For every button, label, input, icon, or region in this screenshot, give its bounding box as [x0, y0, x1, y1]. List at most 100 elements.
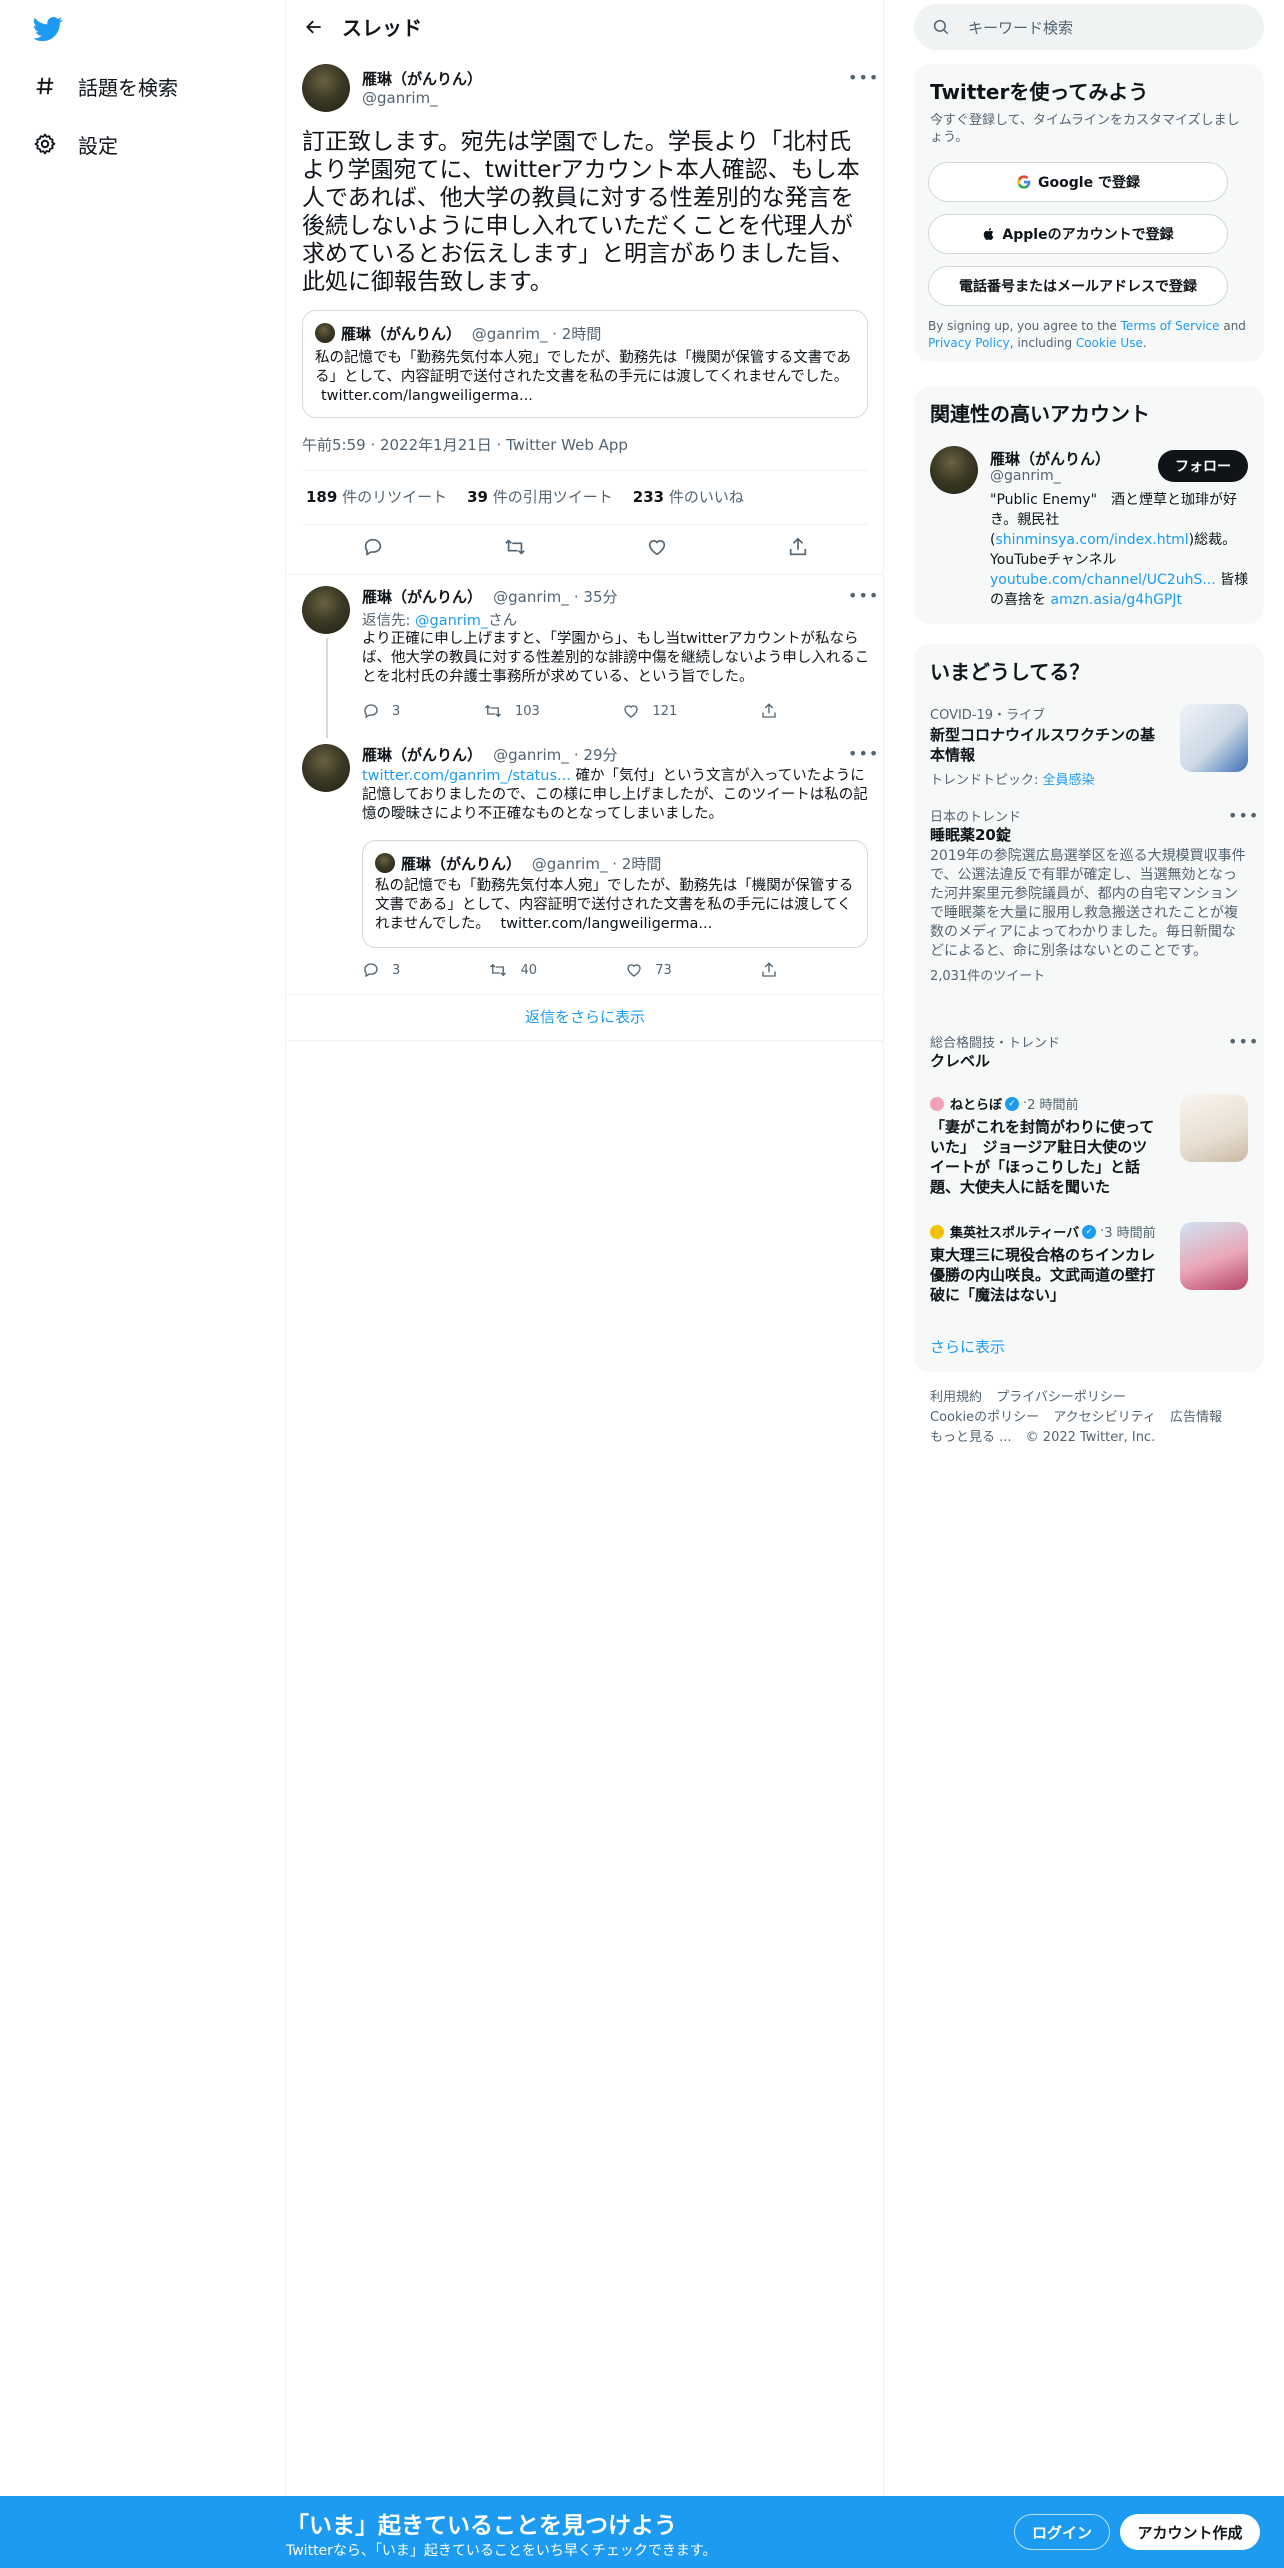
trends-title: いまどうしてる？ [930, 660, 1090, 684]
bio-link[interactable]: shinminsya.com/index.html [995, 532, 1188, 548]
author-name[interactable]: 雁琳（がんりん） [362, 68, 482, 89]
nav-explore-label: 話題を検索 [78, 75, 178, 100]
retweet-icon[interactable] [503, 536, 527, 562]
privacy-link[interactable]: Privacy Policy [928, 336, 1010, 350]
quote-stat[interactable]: 39 件の引用ツイート [467, 486, 613, 507]
share-icon[interactable] [787, 536, 809, 562]
trend-meta: 総合格闘技・トレンド [930, 1036, 1061, 1051]
tweet-actions [302, 534, 868, 564]
follow-button[interactable]: フォロー [1158, 450, 1248, 482]
footer-link[interactable]: 広告情報 [1170, 1410, 1222, 1425]
bottom-subtitle: Twitterなら、「いま」起きていることをいち早くチェックできます。 [286, 2543, 717, 2559]
status-link[interactable]: twitter.com/ganrim_/status... [362, 768, 571, 784]
related-handle[interactable]: @ganrim_ [990, 468, 1061, 484]
reply-button[interactable]: 3 [362, 961, 400, 979]
nav-explore[interactable]: 話題を検索 [32, 66, 178, 106]
trend-item[interactable]: 総合格闘技・トレンド クレベル ••• [930, 1032, 1258, 1071]
like-stat[interactable]: 233 件のいいね [633, 486, 744, 507]
signup-terms: By signing up, you agree to the Terms of… [928, 319, 1246, 350]
footer-link[interactable]: アクセシビリティ [1053, 1410, 1156, 1425]
retweet-button[interactable]: 103 [483, 702, 540, 720]
retweet-button[interactable]: 40 [488, 961, 537, 979]
footer-more-link[interactable]: もっと見る ... [930, 1430, 1012, 1445]
news-headline: 東大理三に現役合格のちインカレ優勝の内山咲良。文武両道の壁打破に「魔法はない」 [930, 1246, 1156, 1304]
search-input[interactable]: キーワード検索 [914, 4, 1264, 50]
related-title: 関連性の高いアカウント [930, 402, 1150, 426]
quote-author-name: 雁琳（がんりん） [401, 855, 522, 873]
reply-to-label: 返信先: [362, 613, 415, 629]
source-logo-icon [930, 1224, 944, 1239]
more-icon[interactable]: ••• [1228, 1032, 1259, 1051]
show-more-trends-link[interactable]: さらに表示 [930, 1336, 1005, 1357]
news-thumbnail [1180, 1094, 1248, 1162]
news-item[interactable]: 集英社スポルティーバ ✓ · 3 時間前 東大理三に現役合格のちインカレ優勝の内… [930, 1222, 1248, 1322]
more-icon[interactable]: ••• [848, 68, 879, 87]
apple-signup-button[interactable]: Appleのアカウントで登録 [928, 214, 1228, 254]
reply-avatar[interactable] [302, 744, 350, 792]
like-button[interactable]: 121 [622, 702, 677, 720]
trend-topic-link[interactable]: 全員感染 [1043, 773, 1095, 788]
back-arrow-icon[interactable] [286, 17, 342, 37]
google-signup-button[interactable]: Google で登録 [928, 162, 1228, 202]
bio-link[interactable]: amzn.asia/g4hGPJt [1050, 592, 1182, 608]
nav-settings[interactable]: 設定 [32, 124, 118, 164]
quoted-tweet[interactable]: 雁琳（がんりん） @ganrim_ · 2時間 私の記憶でも「勤務先気付本人宛」… [362, 840, 868, 948]
twitter-logo-icon[interactable] [32, 14, 64, 44]
quote-link[interactable]: twitter.com/langweiligerma... [500, 916, 712, 932]
reply-avatar[interactable] [302, 586, 350, 634]
quote-avatar [375, 853, 395, 873]
news-source: ねとらぼ [950, 1098, 1003, 1113]
trend-item[interactable]: 日本のトレンド 睡眠薬20錠 2019年の参院選広島選挙区を巡る大規模買収事件で… [930, 806, 1258, 984]
nav-settings-label: 設定 [78, 133, 118, 158]
login-button[interactable]: ログイン [1014, 2514, 1110, 2550]
show-more-replies-link[interactable]: 返信をさらに表示 [286, 1006, 884, 1027]
quote-text: 私の記憶でも「勤務先気付本人宛」でしたが、勤務先は「機関が保管する文書である」と… [315, 350, 852, 385]
terms-link[interactable]: Terms of Service [1121, 319, 1220, 333]
avatar[interactable] [930, 446, 978, 494]
news-time: 2 時間前 [1027, 1098, 1079, 1113]
like-button[interactable]: 73 [625, 961, 672, 979]
signup-button[interactable]: アカウント作成 [1120, 2514, 1260, 2550]
author-handle[interactable]: @ganrim_ [362, 89, 438, 107]
like-icon[interactable] [646, 536, 668, 562]
footer-link[interactable]: 利用規約 [930, 1390, 982, 1405]
footer-link[interactable]: プライバシーポリシー [996, 1390, 1126, 1405]
more-icon[interactable]: ••• [1228, 806, 1259, 825]
trend-name: クレベル [930, 1052, 991, 1070]
tweet-timestamp[interactable]: 午前5:59 · 2022年1月21日 · Twitter Web App [302, 434, 628, 455]
cookie-link[interactable]: Cookie Use [1076, 336, 1143, 350]
google-signup-label: Google で登録 [1038, 175, 1140, 191]
gear-icon [32, 131, 58, 157]
news-item[interactable]: ねとらぼ ✓ · 2 時間前 「妻がこれを封筒がわりに使っていた」 ジョージア駐… [930, 1094, 1248, 1204]
related-bio: "Public Enemy" 酒と煙草と珈琲が好き。親民社(shinminsya… [990, 492, 1249, 608]
quote-link[interactable]: twitter.com/langweiligerma... [321, 388, 533, 404]
reply-author-name[interactable]: 雁琳（がんりん） [362, 588, 482, 606]
signup-title: Twitterを使ってみよう [930, 80, 1149, 104]
reply-time[interactable]: 29分 [583, 746, 617, 764]
reply-button[interactable]: 3 [362, 702, 400, 720]
share-icon[interactable] [760, 961, 790, 979]
more-icon[interactable]: ••• [848, 744, 879, 763]
related-name[interactable]: 雁琳（がんりん） [990, 448, 1110, 469]
bottom-title: 「いま」起きていることを見つけよう [286, 2513, 677, 2539]
search-placeholder: キーワード検索 [968, 18, 1074, 37]
bio-link[interactable]: youtube.com/channel/UC2uhS... [990, 572, 1216, 588]
quote-author-handle: @ganrim_ [471, 325, 548, 343]
retweet-stat[interactable]: 189 件のリツイート [306, 486, 447, 507]
avatar[interactable] [302, 64, 350, 112]
reply-author-handle[interactable]: @ganrim_ [493, 588, 569, 606]
footer: 利用規約 プライバシーポリシー Cookieのポリシー アクセシビリティ 広告情… [930, 1388, 1250, 1448]
phone-email-signup-button[interactable]: 電話番号またはメールアドレスで登録 [928, 266, 1228, 306]
reply-author-name[interactable]: 雁琳（がんりん） [362, 746, 482, 764]
quoted-tweet[interactable]: 雁琳（がんりん） @ganrim_ · 2時間 私の記憶でも「勤務先気付本人宛」… [302, 310, 868, 418]
reply-time[interactable]: 35分 [583, 588, 617, 606]
reply-icon[interactable] [362, 536, 384, 562]
reply-to-handle[interactable]: @ganrim_ [415, 613, 488, 629]
footer-link[interactable]: Cookieのポリシー [930, 1410, 1039, 1425]
trend-item[interactable]: COVID-19・ライブ 新型コロナウイルスワクチンの基本情報 トレンドトピック… [930, 704, 1248, 788]
trend-description: 2019年の参院選広島選挙区を巡る大規模買収事件で、公選法違反で有罪が確定し、当… [930, 848, 1246, 959]
more-icon[interactable]: ••• [848, 586, 879, 605]
share-icon[interactable] [760, 702, 790, 720]
reply-author-handle[interactable]: @ganrim_ [493, 746, 569, 764]
trend-tweet-count: 2,031件のツイート [930, 969, 1046, 984]
